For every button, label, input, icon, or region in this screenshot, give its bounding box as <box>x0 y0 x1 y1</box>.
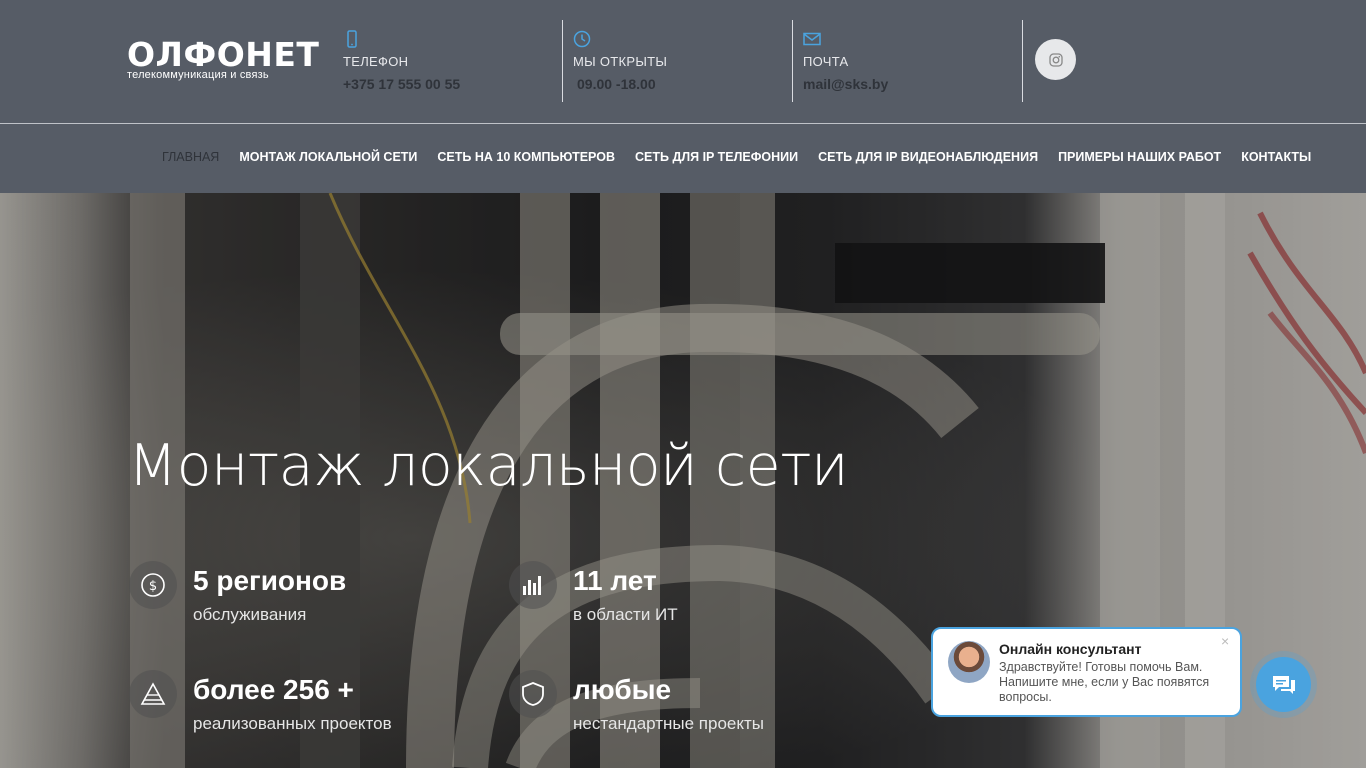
stat-years-value: 11 лет <box>573 565 657 596</box>
pyramid-icon <box>129 670 177 718</box>
stat-regions-caption: обслуживания <box>193 605 307 624</box>
chat-bubbles-icon <box>1272 675 1295 694</box>
instagram-button[interactable] <box>1035 39 1076 80</box>
nav-item-home[interactable]: ГЛАВНАЯ <box>162 150 219 164</box>
mail-label: ПОЧТА <box>803 54 849 69</box>
mail-icon <box>803 32 821 46</box>
bar-levels-icon <box>509 561 557 609</box>
divider <box>562 20 563 102</box>
phone-icon <box>347 30 357 48</box>
stat-custom-caption: нестандартные проекты <box>573 714 765 733</box>
hero-title: Монтаж локальной сети <box>128 433 849 499</box>
chat-open-button[interactable] <box>1256 657 1311 712</box>
stat-projects-caption: реализованных проектов <box>193 714 392 733</box>
chat-message: Здравствуйте! Готовы помочь Вам. Напишит… <box>999 660 1210 704</box>
close-icon[interactable]: × <box>1221 633 1229 649</box>
mail-value[interactable]: mail@sks.by <box>803 76 888 92</box>
main-nav: ГЛАВНАЯ МОНТАЖ ЛОКАЛЬНОЙ СЕТИ СЕТЬ НА 10… <box>162 150 1311 164</box>
stat-regions-value: 5 регионов <box>193 565 347 596</box>
phone-block: ТЕЛЕФОН +375 17 555 00 55 <box>343 30 460 92</box>
globe-money-icon: $ <box>129 561 177 609</box>
hours-block: МЫ ОТКРЫТЫ 09.00 -18.00 <box>573 30 667 92</box>
nav-item-lan-installation[interactable]: МОНТАЖ ЛОКАЛЬНОЙ СЕТИ <box>239 150 417 164</box>
nav-item-portfolio[interactable]: ПРИМЕРЫ НАШИХ РАБОТ <box>1058 150 1221 164</box>
stat-years-caption: в области ИТ <box>573 605 678 624</box>
stat-custom-value: любые <box>573 674 672 705</box>
divider <box>1022 20 1023 102</box>
chat-title: Онлайн консультант <box>999 641 1142 657</box>
avatar <box>948 641 990 683</box>
nav-item-network-10-pc[interactable]: СЕТЬ НА 10 КОМПЬЮТЕРОВ <box>437 150 615 164</box>
logo-main: ОЛФОНЕТ <box>127 35 320 74</box>
shield-icon <box>509 670 557 718</box>
hours-value: 09.00 -18.00 <box>577 76 656 92</box>
phone-label: ТЕЛЕФОН <box>343 54 409 69</box>
nav-item-contacts[interactable]: КОНТАКТЫ <box>1241 150 1311 164</box>
nav-item-ip-telephony[interactable]: СЕТЬ ДЛЯ IP ТЕЛЕФОНИИ <box>635 150 798 164</box>
stat-projects-value: более 256 + <box>193 674 354 705</box>
logo[interactable]: ОЛФОНЕТ телекоммуникация и связь <box>127 35 320 81</box>
instagram-icon <box>1048 52 1063 67</box>
clock-icon <box>573 30 591 48</box>
nav-item-ip-video[interactable]: СЕТЬ ДЛЯ IP ВИДЕОНАБЛЮДЕНИЯ <box>818 150 1038 164</box>
svg-text:$: $ <box>149 579 157 594</box>
header-top: ОЛФОНЕТ телекоммуникация и связь ТЕЛЕФОН… <box>0 0 1366 123</box>
mail-block: ПОЧТА mail@sks.by <box>803 30 888 92</box>
chat-popup[interactable]: Онлайн консультант Здравствуйте! Готовы … <box>931 627 1242 717</box>
phone-value[interactable]: +375 17 555 00 55 <box>343 76 460 92</box>
hours-label: МЫ ОТКРЫТЫ <box>573 54 668 69</box>
divider <box>792 20 793 102</box>
